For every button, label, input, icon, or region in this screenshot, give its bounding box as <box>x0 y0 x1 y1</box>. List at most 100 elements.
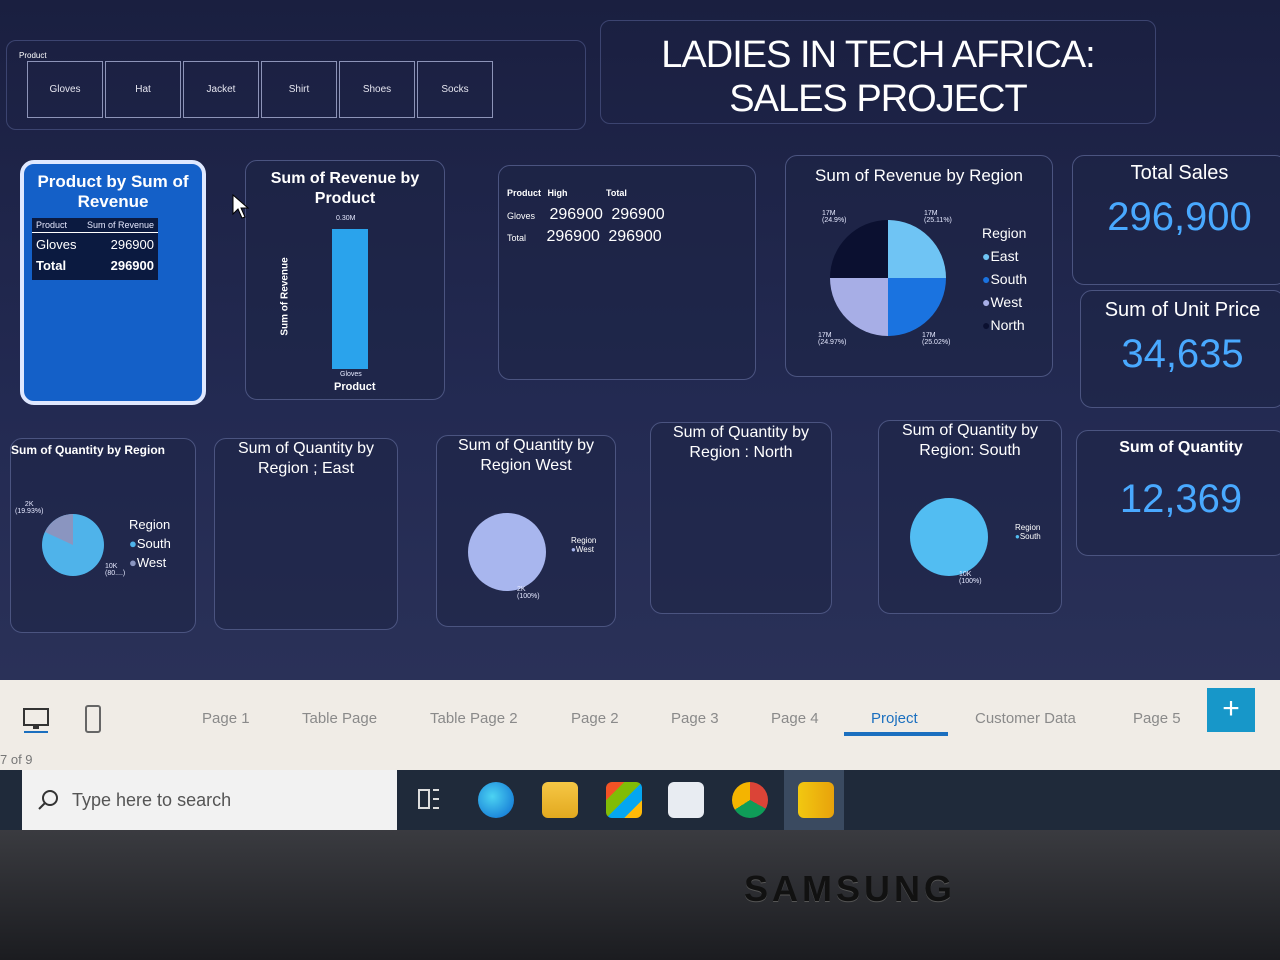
page-indicator: 7 of 9 <box>0 752 33 767</box>
slicer-label: Product <box>19 51 47 60</box>
quantity-region-pie <box>42 514 104 576</box>
table-header: Product Sum of Revenue <box>32 218 158 233</box>
mobile-view-icon[interactable] <box>84 704 102 734</box>
revenue-by-region-chart[interactable]: Sum of Revenue by Region 17M (24.9%) 17M… <box>785 155 1053 377</box>
slicer-item-hat[interactable]: Hat <box>105 61 181 118</box>
pie-label: 10K (80....) <box>105 563 126 577</box>
tab-table-page[interactable]: Table Page <box>302 710 377 727</box>
legend-item-west[interactable]: ●West <box>982 291 1027 314</box>
table-total-row: Total 296900 <box>32 256 158 275</box>
tab-page-5[interactable]: Page 5 <box>1133 710 1181 727</box>
slicer-item-shoes[interactable]: Shoes <box>339 61 415 118</box>
legend-item-west[interactable]: ●West <box>129 553 171 572</box>
taskbar-search[interactable]: Type here to search <box>22 770 397 830</box>
product-matrix[interactable]: Product High Total Gloves 296900 296900 … <box>498 165 756 380</box>
matrix-row: Gloves 296900 296900 <box>507 206 665 224</box>
legend: Region ●East ●South ●West ●North <box>982 222 1027 337</box>
pie-label: 17M (25.02%) <box>922 332 951 346</box>
tab-project[interactable]: Project <box>871 710 918 727</box>
pie-label: 17M (24.97%) <box>818 332 847 346</box>
revenue-region-pie <box>830 220 946 336</box>
pie-label: 10K (100%) <box>959 571 982 585</box>
slicer-item-gloves[interactable]: Gloves <box>27 61 103 118</box>
chart-title: Sum of Quantity by Region West <box>457 437 595 474</box>
chart-title: Sum of Quantity by Region: South <box>901 422 1039 459</box>
tab-table-page-2[interactable]: Table Page 2 <box>430 710 518 727</box>
matrix-col-high: High <box>547 188 568 198</box>
tab-page-4[interactable]: Page 4 <box>771 710 819 727</box>
legend-title: Region <box>129 517 171 532</box>
product-revenue-table-card[interactable]: Product by Sum of Revenue Product Sum of… <box>20 160 206 405</box>
kpi-title: Sum of Quantity <box>1119 439 1243 456</box>
legend-item-south[interactable]: ●South <box>1015 532 1041 541</box>
pie-slice-west[interactable] <box>830 278 888 336</box>
add-page-button[interactable]: + <box>1207 688 1255 732</box>
quantity-north-chart[interactable]: Sum of Quantity by Region : North <box>650 422 832 614</box>
legend-item-north[interactable]: ●North <box>982 314 1027 337</box>
pie-slice-east[interactable] <box>888 220 946 278</box>
table-row: Gloves 296900 <box>32 233 158 256</box>
total-sales-card[interactable]: Total Sales 296,900 <box>1072 155 1280 285</box>
chrome-icon[interactable] <box>732 782 768 818</box>
row-value: 296900 <box>110 237 154 252</box>
tab-page-2[interactable]: Page 2 <box>571 710 619 727</box>
col-revenue: Sum of Revenue <box>86 220 154 230</box>
desktop-view-icon[interactable] <box>22 706 50 734</box>
powerbi-icon <box>798 782 834 818</box>
pie-label: 17M (24.9%) <box>822 210 847 224</box>
report-title: LADIES IN TECH AFRICA: SALES PROJECT <box>600 20 1156 124</box>
matrix-total-label: Total <box>507 233 527 243</box>
report-canvas: Product Gloves Hat Jacket Shirt Shoes So… <box>0 0 1280 680</box>
chart-title: Sum of Quantity by Region : North <box>672 424 810 461</box>
unit-price-card[interactable]: Sum of Unit Price 34,635 <box>1080 290 1280 408</box>
slicer-item-shirt[interactable]: Shirt <box>261 61 337 118</box>
quantity-east-chart[interactable]: Sum of Quantity by Region ; East <box>214 438 398 630</box>
chart-title: Sum of Quantity by Region ; East <box>237 440 375 477</box>
legend-title: Region <box>571 536 597 545</box>
matrix-value: 296900 <box>608 228 662 245</box>
edge-browser-icon[interactable] <box>478 782 514 818</box>
legend-item-west[interactable]: ●West <box>571 545 596 554</box>
kpi-value: 296,900 <box>1107 195 1252 239</box>
chart-title: Sum of Quantity by Region <box>11 443 166 457</box>
col-product: Product <box>36 220 68 230</box>
powerbi-taskbar-button[interactable] <box>784 770 844 830</box>
tab-customer-data[interactable]: Customer Data <box>975 710 1076 727</box>
active-tab-underline <box>844 732 948 736</box>
screen: Product Gloves Hat Jacket Shirt Shoes So… <box>0 0 1280 830</box>
brand-logo: SAMSUNG <box>744 868 957 909</box>
laptop-bezel: SAMSUNG <box>0 830 1280 960</box>
legend-item-east[interactable]: ●East <box>982 245 1027 268</box>
tab-page-3[interactable]: Page 3 <box>671 710 719 727</box>
bar-gloves[interactable] <box>332 229 368 369</box>
pie-slice-west[interactable] <box>468 513 546 591</box>
legend: Region ●West <box>571 536 596 554</box>
chart-title: Sum of Revenue by Region <box>815 166 1023 185</box>
product-slicer: Product Gloves Hat Jacket Shirt Shoes So… <box>6 40 586 130</box>
matrix-value: 296900 <box>549 206 603 223</box>
quantity-south-chart[interactable]: Sum of Quantity by Region: South 10K (100… <box>878 420 1062 614</box>
mail-icon[interactable] <box>668 782 704 818</box>
slicer-item-jacket[interactable]: Jacket <box>183 61 259 118</box>
quantity-west-chart[interactable]: Sum of Quantity by Region West 2K (100%) … <box>436 435 616 627</box>
file-explorer-icon[interactable] <box>542 782 578 818</box>
legend-item-south[interactable]: ●South <box>982 268 1027 291</box>
pie-label: 17M (25.11%) <box>924 210 952 224</box>
pie-slice-south[interactable] <box>888 278 946 336</box>
revenue-by-product-chart[interactable]: Sum of Revenue by Product Sum of Revenue… <box>245 160 445 400</box>
slicer-item-socks[interactable]: Socks <box>417 61 493 118</box>
quantity-by-region-chart[interactable]: Sum of Quantity by Region 2K (19.93%) 10K… <box>10 438 196 633</box>
tab-page-1[interactable]: Page 1 <box>202 710 250 727</box>
mouse-cursor-icon <box>232 194 250 219</box>
kpi-value: 34,635 <box>1121 332 1244 376</box>
kpi-title: Total Sales <box>1130 162 1229 184</box>
quantity-card[interactable]: Sum of Quantity 12,369 <box>1076 430 1280 556</box>
pie-slice-north[interactable] <box>830 220 888 278</box>
pie-slice-south[interactable] <box>910 498 988 576</box>
task-view-icon[interactable] <box>416 786 442 812</box>
legend-title: Region <box>982 225 1027 241</box>
legend-item-south[interactable]: ●South <box>129 534 171 553</box>
y-axis-label: Sum of Revenue <box>279 257 291 336</box>
legend-title: Region <box>1015 523 1041 532</box>
store-icon[interactable] <box>606 782 642 818</box>
